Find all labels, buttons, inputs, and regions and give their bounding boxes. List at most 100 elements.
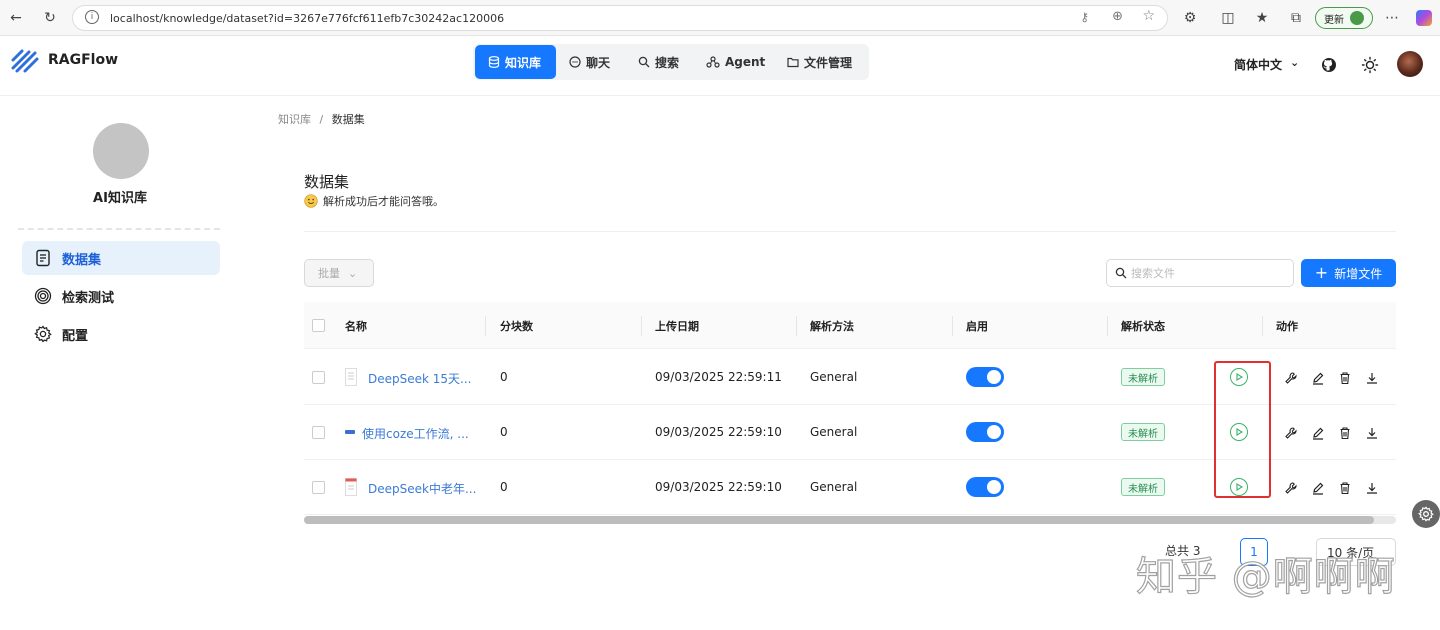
wrench-icon[interactable] <box>1284 371 1298 385</box>
col-name[interactable]: 名称 <box>345 318 367 334</box>
smile-emoji-icon <box>304 194 318 208</box>
url-text[interactable]: localhost/knowledge/dataset?id=3267e776f… <box>110 12 504 25</box>
breadcrumb-current: 数据集 <box>331 113 365 126</box>
wrench-icon[interactable] <box>1284 426 1298 440</box>
col-upload-date[interactable]: 上传日期 <box>655 318 699 334</box>
key-icon[interactable]: ⚷ <box>1080 10 1089 24</box>
edit-icon[interactable] <box>1311 481 1325 495</box>
enable-toggle[interactable] <box>966 477 1004 497</box>
github-icon[interactable] <box>1321 57 1337 73</box>
col-separator <box>1262 316 1263 336</box>
row-checkbox[interactable] <box>312 371 325 384</box>
more-icon[interactable]: ⋯ <box>1382 8 1402 28</box>
user-avatar[interactable] <box>1397 51 1423 77</box>
col-separator <box>1107 316 1108 336</box>
add-file-button[interactable]: + 新增文件 <box>1301 259 1396 287</box>
dataset-icon <box>36 249 50 267</box>
parse-method[interactable]: General <box>810 480 857 494</box>
upload-date: 09/03/2025 22:59:10 <box>655 480 782 494</box>
delete-icon[interactable] <box>1338 371 1352 385</box>
update-label: 更新 <box>1324 14 1344 26</box>
chunk-count: 0 <box>500 425 508 439</box>
bulk-button[interactable]: 批量 ⌄ <box>304 259 374 287</box>
copilot-icon[interactable] <box>1414 8 1434 28</box>
enable-toggle[interactable] <box>966 422 1004 442</box>
watermark: 知乎 @啊啊啊 <box>1135 553 1396 600</box>
file-name-link[interactable]: 使用coze工作流, ... <box>362 425 469 442</box>
scrollbar-thumb[interactable] <box>304 516 1374 524</box>
row-checkbox[interactable] <box>312 481 325 494</box>
subtitle-text: 解析成功后才能问答哦。 <box>323 195 444 208</box>
col-parse-method[interactable]: 解析方法 <box>810 318 854 334</box>
chevron-down-icon: ⌄ <box>348 266 358 280</box>
update-button[interactable]: 更新 <box>1315 7 1373 29</box>
edit-icon[interactable] <box>1311 371 1325 385</box>
file-name-link[interactable]: DeepSeek中老年... <box>368 480 476 497</box>
floating-settings-button[interactable] <box>1412 500 1440 528</box>
nav-label: 搜索 <box>655 55 680 70</box>
breadcrumb-root[interactable]: 知识库 <box>278 113 311 126</box>
edit-icon[interactable] <box>1311 426 1325 440</box>
download-icon[interactable] <box>1365 371 1379 385</box>
back-icon[interactable]: ← <box>6 8 26 28</box>
split-screen-icon[interactable]: ◫ <box>1218 8 1238 28</box>
nav-label: 知识库 <box>505 55 542 70</box>
nav-file-management[interactable]: 文件管理 <box>777 45 862 79</box>
language-label: 简体中文 <box>1234 58 1283 72</box>
sidebar-item-config[interactable]: 配置 <box>22 317 220 351</box>
bulk-label: 批量 <box>318 267 340 280</box>
nav-search[interactable]: 搜索 <box>628 45 689 79</box>
profile-icon <box>1350 11 1364 25</box>
col-separator <box>952 316 953 336</box>
folder-icon <box>787 57 799 68</box>
sidebar-divider <box>18 228 220 230</box>
info-icon[interactable]: i <box>85 10 99 24</box>
search-placeholder: 搜索文件 <box>1131 267 1175 280</box>
pdf-file-icon <box>345 478 357 496</box>
sidebar-item-retrieval-test[interactable]: 检索测试 <box>22 279 220 313</box>
col-parse-status[interactable]: 解析状态 <box>1121 318 1165 334</box>
collections-icon[interactable]: ⧉ <box>1286 8 1306 28</box>
download-icon[interactable] <box>1365 481 1379 495</box>
delete-icon[interactable] <box>1338 481 1352 495</box>
col-chunks[interactable]: 分块数 <box>500 318 533 334</box>
parse-method[interactable]: General <box>810 425 857 439</box>
delete-icon[interactable] <box>1338 426 1352 440</box>
col-enabled[interactable]: 启用 <box>966 318 988 334</box>
row-checkbox[interactable] <box>312 426 325 439</box>
word-file-icon <box>345 430 355 434</box>
page-subtitle: 解析成功后才能问答哦。 <box>304 193 444 209</box>
nav-knowledge-base[interactable]: 知识库 <box>475 45 556 79</box>
sidebar-item-dataset[interactable]: 数据集 <box>22 241 220 275</box>
status-badge: 未解析 <box>1121 423 1165 441</box>
select-all-checkbox[interactable] <box>312 319 325 332</box>
horizontal-scrollbar[interactable] <box>304 516 1396 524</box>
reload-icon[interactable]: ↻ <box>40 8 60 28</box>
download-icon[interactable] <box>1365 426 1379 440</box>
kb-avatar <box>93 123 149 179</box>
address-bar[interactable]: i localhost/knowledge/dataset?id=3267e77… <box>72 5 1168 31</box>
col-separator <box>796 316 797 336</box>
page-title: 数据集 <box>304 173 350 191</box>
nav-label: 文件管理 <box>804 55 853 70</box>
main-nav: 知识库 聊天 搜索 Agent 文件管理 <box>473 44 869 80</box>
add-file-label: 新增文件 <box>1334 266 1383 281</box>
enable-toggle[interactable] <box>966 367 1004 387</box>
parse-method[interactable]: General <box>810 370 857 384</box>
language-selector[interactable]: 简体中文 ⌄ <box>1234 56 1299 73</box>
agent-icon <box>706 56 720 68</box>
file-name-link[interactable]: DeepSeek 15天... <box>368 370 471 387</box>
nav-chat[interactable]: 聊天 <box>559 45 620 79</box>
nav-agent[interactable]: Agent <box>696 45 775 79</box>
favorites-icon[interactable]: ★ <box>1252 8 1272 28</box>
plus-icon: + <box>1314 263 1329 282</box>
zoom-icon[interactable]: ⊕ <box>1112 9 1123 24</box>
extensions-icon[interactable]: ⚙ <box>1180 8 1200 28</box>
col-separator <box>485 316 486 336</box>
brand-name[interactable]: RAGFlow <box>48 52 118 68</box>
sidebar-item-label: 检索测试 <box>62 290 115 306</box>
search-input[interactable]: 搜索文件 <box>1106 259 1294 287</box>
sun-icon[interactable] <box>1361 56 1379 74</box>
wrench-icon[interactable] <box>1284 481 1298 495</box>
star-icon[interactable]: ☆ <box>1142 8 1155 24</box>
